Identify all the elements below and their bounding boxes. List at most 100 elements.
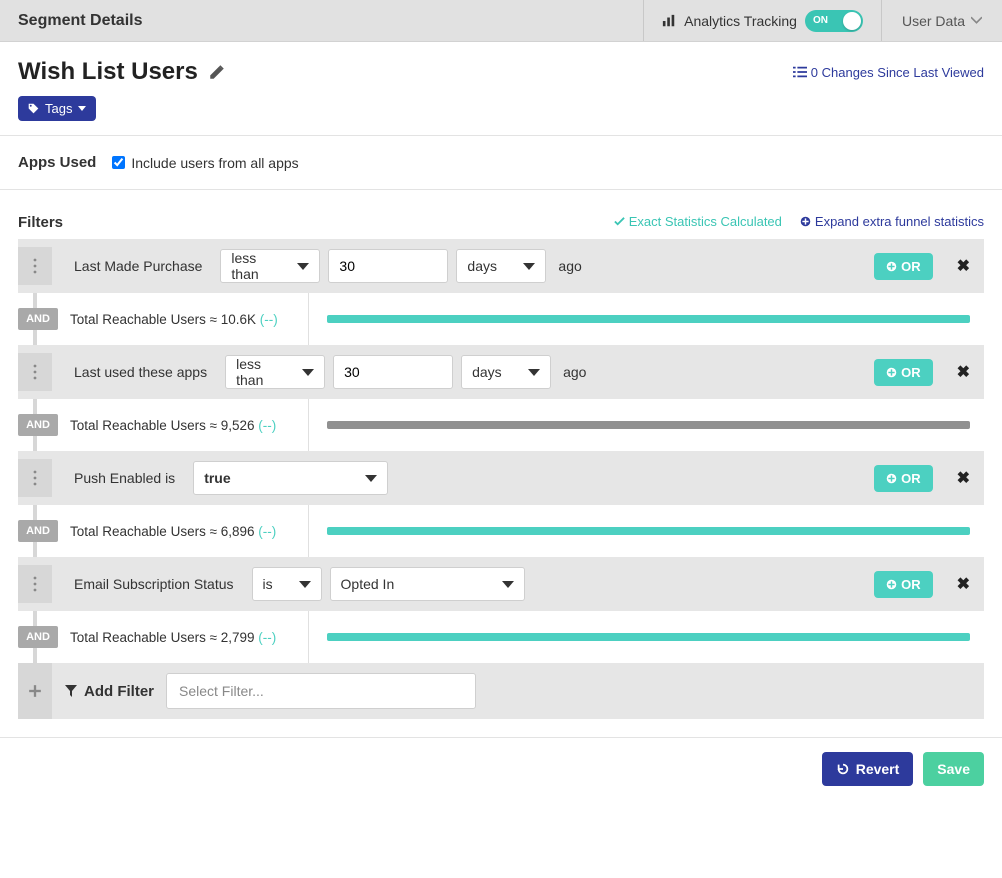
caret-down-icon — [299, 581, 311, 588]
add-filter-row: Add Filter Select Filter... — [18, 663, 984, 719]
expand-funnel-stats[interactable]: Expand extra funnel statistics — [800, 214, 984, 229]
list-icon — [793, 65, 807, 79]
remove-filter-button[interactable]: ✖ — [957, 468, 970, 488]
reach-prefix: Total Reachable Users ≈ — [70, 630, 221, 645]
reach-text: Total Reachable Users ≈ 10.6K (--) — [70, 312, 290, 327]
caret-down-icon — [528, 369, 540, 376]
add-or-button[interactable]: OR — [874, 253, 933, 280]
stats-divider — [308, 611, 309, 663]
filter-row: Last used these apps less than days ago … — [18, 345, 984, 399]
tag-icon — [28, 103, 39, 114]
caret-down-icon — [502, 581, 514, 588]
footer: Revert Save — [0, 737, 1002, 800]
reach-prefix: Total Reachable Users ≈ — [70, 524, 221, 539]
reach-bar — [327, 633, 970, 641]
edit-name-icon[interactable] — [208, 63, 226, 81]
or-label: OR — [901, 577, 921, 592]
plus-icon — [28, 684, 42, 698]
expand-text: Expand extra funnel statistics — [815, 214, 984, 229]
segment-title-row: Wish List Users 0 Changes Since Last Vie… — [0, 42, 1002, 96]
filter-operator-select[interactable]: is — [252, 567, 322, 601]
filter-operator-value: less than — [231, 250, 287, 282]
revert-label: Revert — [856, 761, 900, 777]
stats-calc-text: Exact Statistics Calculated — [629, 214, 782, 229]
add-filter-select[interactable]: Select Filter... — [166, 673, 476, 709]
filter-label: Last Made Purchase — [74, 258, 202, 274]
revert-button[interactable]: Revert — [822, 752, 914, 786]
filter-value-select[interactable]: true — [193, 461, 388, 495]
or-label: OR — [901, 365, 921, 380]
filter-value-input[interactable] — [328, 249, 448, 283]
stats-divider — [308, 293, 309, 345]
save-button[interactable]: Save — [923, 752, 984, 786]
user-data-dropdown[interactable]: User Data — [882, 13, 1002, 29]
reach-bar — [327, 315, 970, 323]
drag-handle[interactable] — [18, 459, 52, 497]
filter-unit-value: days — [472, 364, 502, 380]
reach-extra: (--) — [258, 418, 276, 433]
check-icon — [614, 216, 625, 227]
top-bar: Segment Details Analytics Tracking ON Us… — [0, 0, 1002, 42]
include-all-apps-checkbox[interactable]: Include users from all apps — [112, 155, 298, 171]
reach-bar — [327, 527, 970, 535]
drag-handle[interactable] — [18, 565, 52, 603]
and-badge: AND — [18, 626, 58, 648]
add-or-button[interactable]: OR — [874, 359, 933, 386]
filter-value-text: Opted In — [341, 576, 395, 592]
changes-since-viewed[interactable]: 0 Changes Since Last Viewed — [793, 65, 984, 80]
reach-prefix: Total Reachable Users ≈ — [70, 312, 221, 327]
add-or-button[interactable]: OR — [874, 571, 933, 598]
filter-value-text: true — [204, 470, 230, 486]
add-filter-handle[interactable] — [18, 663, 52, 719]
analytics-tracking-label: Analytics Tracking — [684, 13, 797, 29]
analytics-tracking-group: Analytics Tracking ON — [643, 0, 882, 41]
filter-unit-select[interactable]: days — [456, 249, 546, 283]
add-filter-label: Add Filter — [64, 683, 154, 700]
save-label: Save — [937, 761, 970, 777]
reach-text: Total Reachable Users ≈ 6,896 (--) — [70, 524, 290, 539]
toggle-text: ON — [813, 15, 828, 26]
include-all-apps-text: Include users from all apps — [131, 155, 298, 171]
drag-handle[interactable] — [18, 353, 52, 391]
reach-text: Total Reachable Users ≈ 9,526 (--) — [70, 418, 290, 433]
reach-text: Total Reachable Users ≈ 2,799 (--) — [70, 630, 290, 645]
drag-handle[interactable] — [18, 247, 52, 285]
page-title: Segment Details — [0, 12, 643, 30]
filter-row: Push Enabled is true OR ✖ — [18, 451, 984, 505]
plus-circle-icon — [886, 367, 897, 378]
and-badge: AND — [18, 308, 58, 330]
reach-extra: (--) — [258, 524, 276, 539]
filter-stats-row: AND Total Reachable Users ≈ 10.6K (--) — [18, 293, 984, 345]
and-badge: AND — [18, 520, 58, 542]
filter-operator-select[interactable]: less than — [220, 249, 320, 283]
revert-icon — [836, 762, 850, 776]
filter-label: Email Subscription Status — [74, 576, 234, 592]
filter-value-input[interactable] — [333, 355, 453, 389]
filter-unit-select[interactable]: days — [461, 355, 551, 389]
toggle-knob — [843, 12, 861, 30]
plus-circle-icon — [886, 473, 897, 484]
plus-circle-icon — [886, 579, 897, 590]
filter-operator-select[interactable]: less than — [225, 355, 325, 389]
user-data-label: User Data — [902, 13, 965, 29]
remove-filter-button[interactable]: ✖ — [957, 256, 970, 276]
ago-label: ago — [563, 364, 586, 380]
remove-filter-button[interactable]: ✖ — [957, 362, 970, 382]
filter-stats-row: AND Total Reachable Users ≈ 2,799 (--) — [18, 611, 984, 663]
tags-button[interactable]: Tags — [18, 96, 96, 121]
and-badge: AND — [18, 414, 58, 436]
caret-down-icon — [365, 475, 377, 482]
analytics-toggle[interactable]: ON — [805, 10, 863, 32]
include-all-apps-input[interactable] — [112, 156, 125, 169]
add-or-button[interactable]: OR — [874, 465, 933, 492]
filter-row: Last Made Purchase less than days ago OR… — [18, 239, 984, 293]
apps-used-row: Apps Used Include users from all apps — [0, 136, 1002, 189]
remove-filter-button[interactable]: ✖ — [957, 574, 970, 594]
ago-label: ago — [558, 258, 581, 274]
reach-extra: (--) — [258, 630, 276, 645]
reach-value: 6,896 — [221, 524, 255, 539]
filters-header: Filters Exact Statistics Calculated Expa… — [0, 214, 1002, 239]
filter-value-select[interactable]: Opted In — [330, 567, 525, 601]
reach-value: 9,526 — [221, 418, 255, 433]
filters-area: Last Made Purchase less than days ago OR… — [0, 239, 1002, 719]
